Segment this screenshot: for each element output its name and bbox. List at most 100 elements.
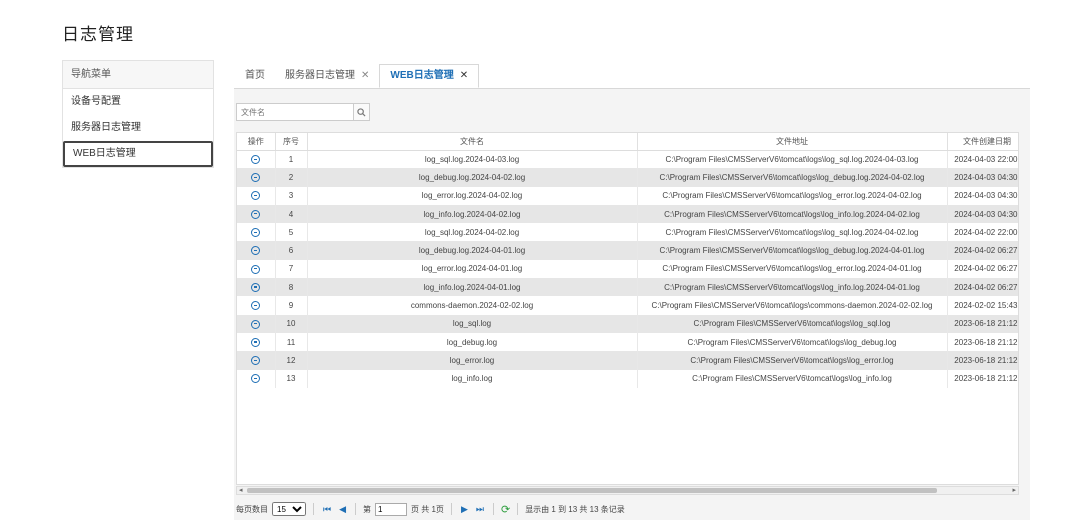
view-log-icon[interactable] [251,191,261,201]
tab-home[interactable]: 首页 [235,64,275,88]
divider [313,503,314,515]
scroll-left-icon[interactable]: ◂ [239,486,243,494]
page-size-select[interactable]: 15 [272,502,306,516]
row-filepath: C:\Program Files\CMSServerV6\tomcat\logs… [637,204,948,224]
row-action[interactable] [237,259,276,279]
row-created: 2023-06-18 21:12: [947,369,1018,388]
view-log-icon[interactable] [251,337,261,347]
row-filepath: C:\Program Files\CMSServerV6\tomcat\logs… [637,259,948,279]
view-log-icon[interactable] [251,282,261,292]
row-created: 2024-04-03 04:30: [947,168,1018,187]
table-row[interactable]: 7 log_error.log.2024-04-01.log C:\Program … [237,259,1018,279]
row-created: 2023-06-18 21:12: [947,332,1018,352]
view-log-icon[interactable] [251,155,261,165]
row-created: 2024-04-03 04:30: [947,186,1018,205]
search-input[interactable] [236,103,354,121]
refresh-icon[interactable]: ⟳ [501,503,510,516]
sidebar: 导航菜单 设备号配置 服务器日志管理 WEB日志管理 [62,60,214,168]
table-row[interactable]: 11 log_debug.log C:\Program Files\CMSServe… [237,332,1018,352]
divider [492,503,494,515]
content-panel: 操作 序号 文件名 文件地址 文件创建日期 1log_sql.log.2024-… [234,88,1030,520]
table-row[interactable]: 8 log_info.log.2024-04-01.log C:\Program F… [237,278,1018,297]
table-row[interactable]: 10 log_sql.log C:\Program Files\CMSServerV… [237,314,1018,333]
row-action[interactable] [237,369,276,388]
row-action[interactable] [237,351,276,370]
row-created: 2024-02-02 15:43: [947,296,1018,315]
table-row[interactable]: 2 log_debug.log.2024-04-02.log C:\Program … [237,168,1018,187]
search-button[interactable] [354,103,370,121]
row-filepath: C:\Program Files\CMSServerV6\tomcat\logs… [637,332,948,352]
view-log-icon[interactable] [251,173,261,183]
view-log-icon[interactable] [251,319,261,329]
table-row[interactable]: 13 log_info.log C:\Program Files\CMSServer… [237,369,1018,388]
row-filepath: C:\Program Files\CMSServerV6\tomcat\logs… [637,150,948,169]
view-log-icon[interactable] [251,356,261,366]
column-header-filename[interactable]: 文件名 [307,133,638,151]
page-prefix: 第 [363,504,372,514]
sidebar-item-web-logs[interactable]: WEB日志管理 [63,141,213,167]
row-filepath: C:\Program Files\CMSServerV6\tomcat\logs… [637,241,948,260]
table-row[interactable]: 12 log_error.log C:\Program Files\CMSServe… [237,351,1018,370]
close-icon[interactable]: ✕ [361,64,369,88]
row-index: 1 [275,150,308,169]
column-header-action[interactable]: 操作 [237,133,276,151]
next-page-icon[interactable]: ▶ [459,504,470,515]
row-action[interactable] [237,278,276,297]
sidebar-item-device-config[interactable]: 设备号配置 [63,89,213,115]
row-created: 2024-04-03 22:00: [947,150,1018,169]
tab-web-logs[interactable]: WEB日志管理 ✕ [379,64,480,88]
row-filepath: C:\Program Files\CMSServerV6\tomcat\logs… [637,369,948,388]
tab-server-logs[interactable]: 服务器日志管理 ✕ [275,64,379,88]
row-filename: log_info.log [307,369,638,388]
page-title: 日志管理 [62,25,134,44]
table-row[interactable]: 5 log_sql.log.2024-04-02.log C:\Program Fi… [237,223,1018,242]
row-action[interactable] [237,223,276,242]
close-icon[interactable]: ✕ [460,64,468,88]
view-log-icon[interactable] [251,246,261,256]
scrollbar-thumb[interactable] [247,488,937,493]
horizontal-scrollbar[interactable]: ◂ ▸ [236,486,1019,495]
row-index: 10 [275,314,308,333]
row-action[interactable] [237,241,276,260]
table-row[interactable]: 1 log_sql.log.2024-04-03.log C:\Program Fi… [237,150,1018,169]
row-action[interactable] [237,204,276,224]
scroll-right-icon[interactable]: ▸ [1012,486,1016,494]
view-log-icon[interactable] [251,301,261,311]
row-index: 6 [275,241,308,260]
table-row[interactable]: 9 commons-daemon.2024-02-02.log C:\Program… [237,296,1018,315]
column-header-index[interactable]: 序号 [275,133,308,151]
view-log-icon[interactable] [251,228,261,238]
row-index: 2 [275,168,308,187]
row-action[interactable] [237,186,276,205]
column-header-created[interactable]: 文件创建日期 [947,133,1018,151]
row-filename: log_debug.log.2024-04-01.log [307,241,638,260]
search-icon [357,107,366,117]
page-number-input[interactable] [375,502,408,516]
table-row[interactable]: 4 log_info.log.2024-04-02.log C:\Program F… [237,204,1018,224]
row-action[interactable] [237,332,276,352]
prev-page-icon[interactable]: ◀ [337,504,348,515]
sidebar-item-server-logs[interactable]: 服务器日志管理 [63,115,213,141]
pagination-bar: 每页数目 15 ⏮ ◀ 第 页 共 1页 ▶ ⏭ ⟳ 显示由 1 到 13 共 … [236,501,625,517]
row-index: 5 [275,223,308,242]
first-page-icon[interactable]: ⏮ [321,504,333,515]
row-action[interactable] [237,296,276,315]
row-action[interactable] [237,150,276,169]
row-filepath: C:\Program Files\CMSServerV6\tomcat\logs… [637,186,948,205]
row-filepath: C:\Program Files\CMSServerV6\tomcat\logs… [637,314,948,333]
tab-bar: 首页 服务器日志管理 ✕ WEB日志管理 ✕ [235,64,480,88]
row-filename: log_error.log.2024-04-02.log [307,186,638,205]
row-filename: log_sql.log.2024-04-02.log [307,223,638,242]
row-action[interactable] [237,314,276,333]
column-header-filepath[interactable]: 文件地址 [637,133,948,151]
view-log-icon[interactable] [251,209,261,219]
table-row[interactable]: 6 log_debug.log.2024-04-01.log C:\Program … [237,241,1018,260]
view-log-icon[interactable] [251,264,261,274]
sidebar-header: 导航菜单 [63,61,213,89]
table-row[interactable]: 3 log_error.log.2024-04-02.log C:\Program … [237,186,1018,205]
view-log-icon[interactable] [251,374,261,384]
row-action[interactable] [237,168,276,187]
last-page-icon[interactable]: ⏭ [474,504,486,515]
row-filename: log_debug.log.2024-04-02.log [307,168,638,187]
row-filename: commons-daemon.2024-02-02.log [307,296,638,315]
